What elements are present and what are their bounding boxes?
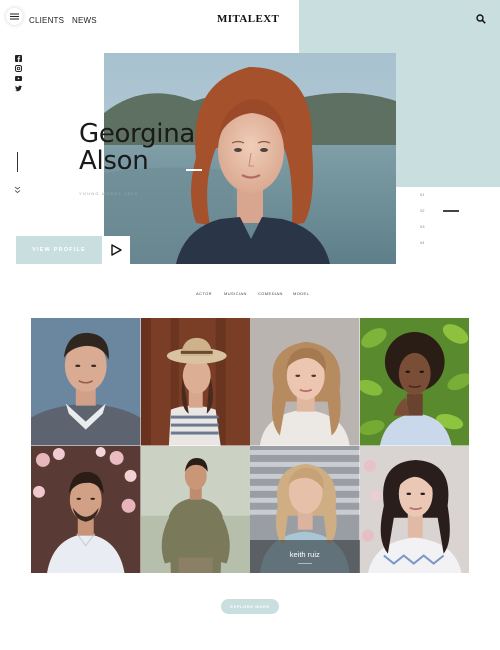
- gallery-tile[interactable]: [140, 445, 250, 573]
- search-icon[interactable]: [476, 14, 486, 24]
- tile-caption: keith ruiz: [250, 540, 360, 573]
- facebook-icon[interactable]: [15, 55, 22, 62]
- hamburger-icon: [10, 13, 19, 20]
- tile-caption-divider: [297, 562, 312, 564]
- gallery-tile[interactable]: [359, 318, 469, 446]
- hero-first-name: Georgina: [79, 119, 196, 149]
- slide-number-1[interactable]: 01: [420, 192, 424, 197]
- hero-role: YOUNG MODEL 2020: [79, 191, 139, 196]
- nav-link-news[interactable]: NEWS: [72, 16, 97, 25]
- filter-tab-actor[interactable]: ACTOR: [196, 291, 212, 296]
- play-icon: [110, 244, 122, 256]
- youtube-icon[interactable]: [15, 75, 22, 82]
- filter-tab-comedian[interactable]: COMEDIAN: [258, 291, 283, 296]
- slide-number-2[interactable]: 02: [420, 208, 424, 213]
- title-accent-line: [186, 169, 202, 171]
- filter-tab-model[interactable]: MODEL: [293, 291, 309, 296]
- logo[interactable]: MITALEXT: [217, 13, 279, 25]
- slide-number-3[interactable]: 03: [420, 224, 424, 229]
- filter-tab-musician[interactable]: MUSICIAN: [224, 291, 247, 296]
- twitter-icon[interactable]: [15, 85, 22, 92]
- hero-last-name: Alson: [79, 146, 149, 176]
- chevrons-down-icon[interactable]: [14, 186, 21, 194]
- instagram-icon[interactable]: [15, 65, 22, 72]
- scroll-indicator-line: [17, 152, 18, 172]
- nav-link-clients[interactable]: CLIENTS: [29, 16, 64, 25]
- active-slide-indicator: [443, 210, 459, 212]
- gallery-tile-featured[interactable]: keith ruiz: [250, 445, 360, 573]
- hero-title: Georgina Alson: [79, 121, 195, 175]
- explore-more-button[interactable]: EXPLORE MORE: [221, 599, 279, 614]
- view-profile-button[interactable]: VIEW PROFILE: [16, 236, 102, 264]
- gallery-tile[interactable]: [140, 318, 250, 446]
- gallery-tile[interactable]: [250, 318, 360, 446]
- slide-number-4[interactable]: 04: [420, 240, 424, 245]
- play-button[interactable]: [102, 236, 130, 264]
- tile-caption-name: keith ruiz: [289, 549, 320, 559]
- menu-button[interactable]: [6, 8, 23, 25]
- talent-gallery: keith ruiz: [31, 318, 469, 573]
- gallery-tile[interactable]: [359, 445, 469, 573]
- gallery-tile[interactable]: [31, 445, 141, 573]
- gallery-tile[interactable]: [31, 318, 141, 446]
